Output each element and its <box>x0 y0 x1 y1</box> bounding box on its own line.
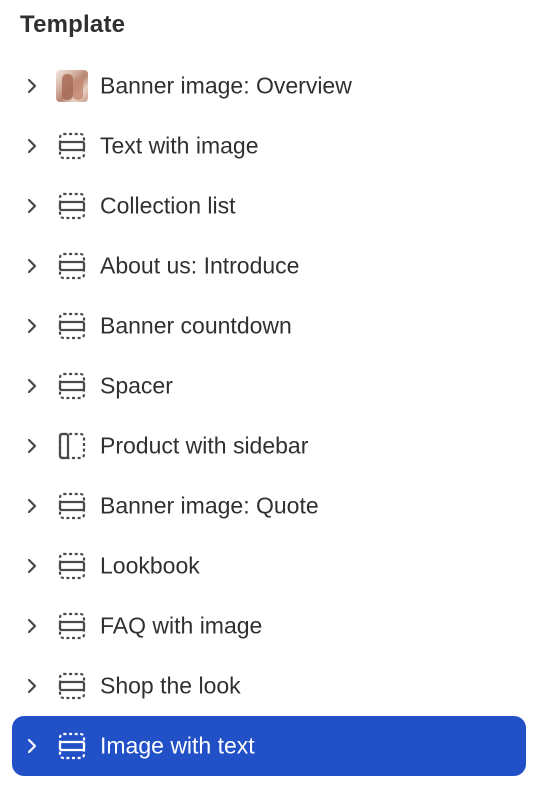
section-item-label: Text with image <box>100 132 259 159</box>
section-item-banner-countdown[interactable]: Banner countdown <box>0 296 542 356</box>
section-item-banner-image-quote[interactable]: Banner image: Quote <box>0 476 542 536</box>
image-thumbnail-icon <box>56 70 88 102</box>
section-item-label: Image with text <box>100 732 255 759</box>
section-icon <box>56 550 88 582</box>
section-item-shop-the-look[interactable]: Shop the look <box>0 656 542 716</box>
chevron-right-icon[interactable] <box>22 736 42 756</box>
chevron-right-icon[interactable] <box>22 316 42 336</box>
section-item-label: FAQ with image <box>100 612 263 639</box>
panel-heading: Template <box>20 11 126 38</box>
chevron-right-icon[interactable] <box>22 136 42 156</box>
section-icon <box>56 490 88 522</box>
sidebar-layout-icon <box>56 430 88 462</box>
chevron-right-icon[interactable] <box>22 256 42 276</box>
section-item-label: Banner image: Overview <box>100 72 352 99</box>
section-icon <box>56 190 88 222</box>
chevron-right-icon[interactable] <box>22 436 42 456</box>
section-icon <box>56 370 88 402</box>
chevron-right-icon[interactable] <box>22 76 42 96</box>
section-item-spacer[interactable]: Spacer <box>0 356 542 416</box>
section-item-label: Banner countdown <box>100 312 292 339</box>
chevron-right-icon[interactable] <box>22 376 42 396</box>
section-icon <box>56 670 88 702</box>
chevron-right-icon[interactable] <box>22 196 42 216</box>
section-icon <box>56 130 88 162</box>
template-panel: Template Banner image: Overview Text wit… <box>0 0 542 792</box>
section-icon <box>56 610 88 642</box>
section-list: Banner image: Overview Text with image C… <box>0 56 542 776</box>
section-item-product-with-sidebar[interactable]: Product with sidebar <box>0 416 542 476</box>
section-item-label: Shop the look <box>100 672 241 699</box>
section-item-image-with-text[interactable]: Image with text <box>12 716 526 776</box>
section-icon <box>56 250 88 282</box>
section-item-label: Banner image: Quote <box>100 492 319 519</box>
section-item-text-with-image[interactable]: Text with image <box>0 116 542 176</box>
chevron-right-icon[interactable] <box>22 616 42 636</box>
section-item-about-us-introduce[interactable]: About us: Introduce <box>0 236 542 296</box>
section-icon <box>56 730 88 762</box>
section-item-faq-with-image[interactable]: FAQ with image <box>0 596 542 656</box>
chevron-right-icon[interactable] <box>22 556 42 576</box>
section-item-label: Product with sidebar <box>100 432 309 459</box>
section-item-label: About us: Introduce <box>100 252 300 279</box>
section-item-collection-list[interactable]: Collection list <box>0 176 542 236</box>
section-item-label: Collection list <box>100 192 236 219</box>
chevron-right-icon[interactable] <box>22 496 42 516</box>
section-item-label: Lookbook <box>100 552 200 579</box>
section-item-lookbook[interactable]: Lookbook <box>0 536 542 596</box>
section-icon <box>56 310 88 342</box>
chevron-right-icon[interactable] <box>22 676 42 696</box>
section-item-banner-image-overview[interactable]: Banner image: Overview <box>0 56 542 116</box>
section-item-label: Spacer <box>100 372 173 399</box>
